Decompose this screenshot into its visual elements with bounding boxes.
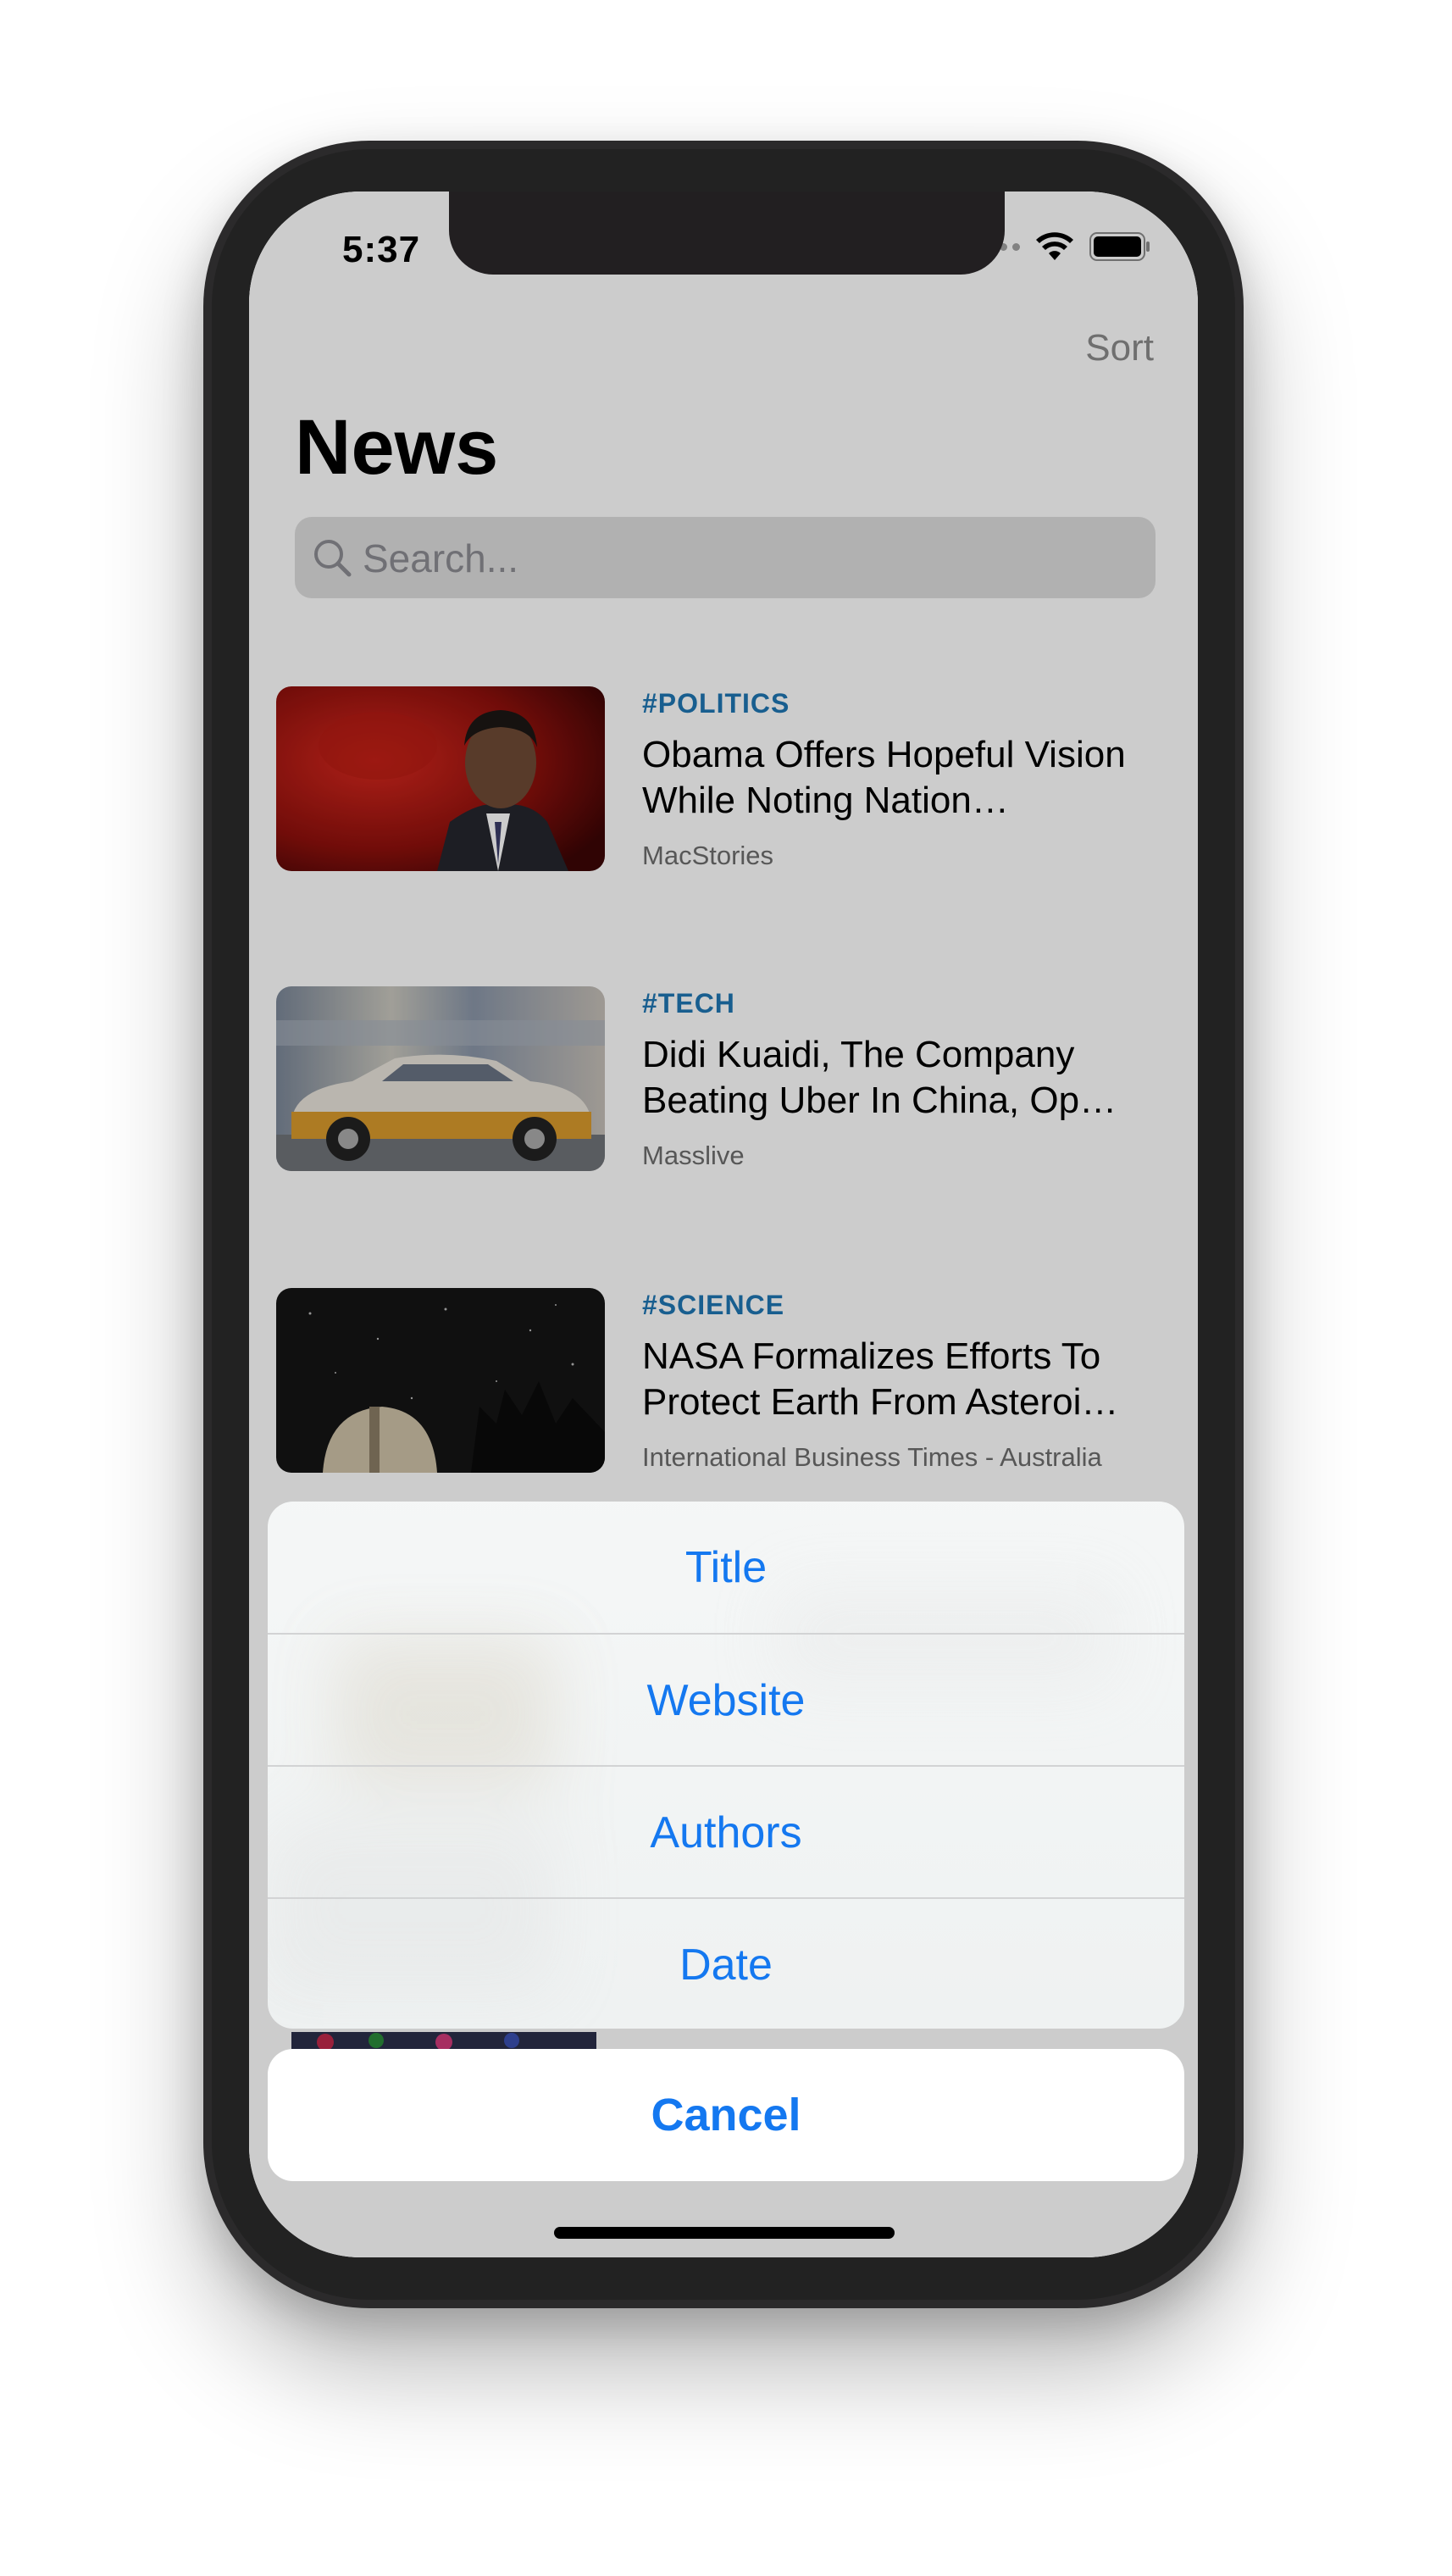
sort-option-website[interactable]: Website <box>268 1635 1184 1767</box>
cancel-button[interactable]: Cancel <box>268 2049 1184 2181</box>
device-screen: 5:37 Sort News Search... #POLITICS Obama… <box>249 192 1198 2257</box>
sort-option-title[interactable]: Title <box>268 1502 1184 1634</box>
sort-option-authors[interactable]: Authors <box>268 1767 1184 1899</box>
sort-action-sheet: Title Website Authors Date <box>268 1502 1184 2029</box>
device-frame: 5:37 Sort News Search... #POLITICS Obama… <box>203 141 1244 2308</box>
home-indicator[interactable] <box>554 2227 895 2239</box>
sort-option-date[interactable]: Date <box>268 1899 1184 2029</box>
device-notch <box>449 192 1005 275</box>
